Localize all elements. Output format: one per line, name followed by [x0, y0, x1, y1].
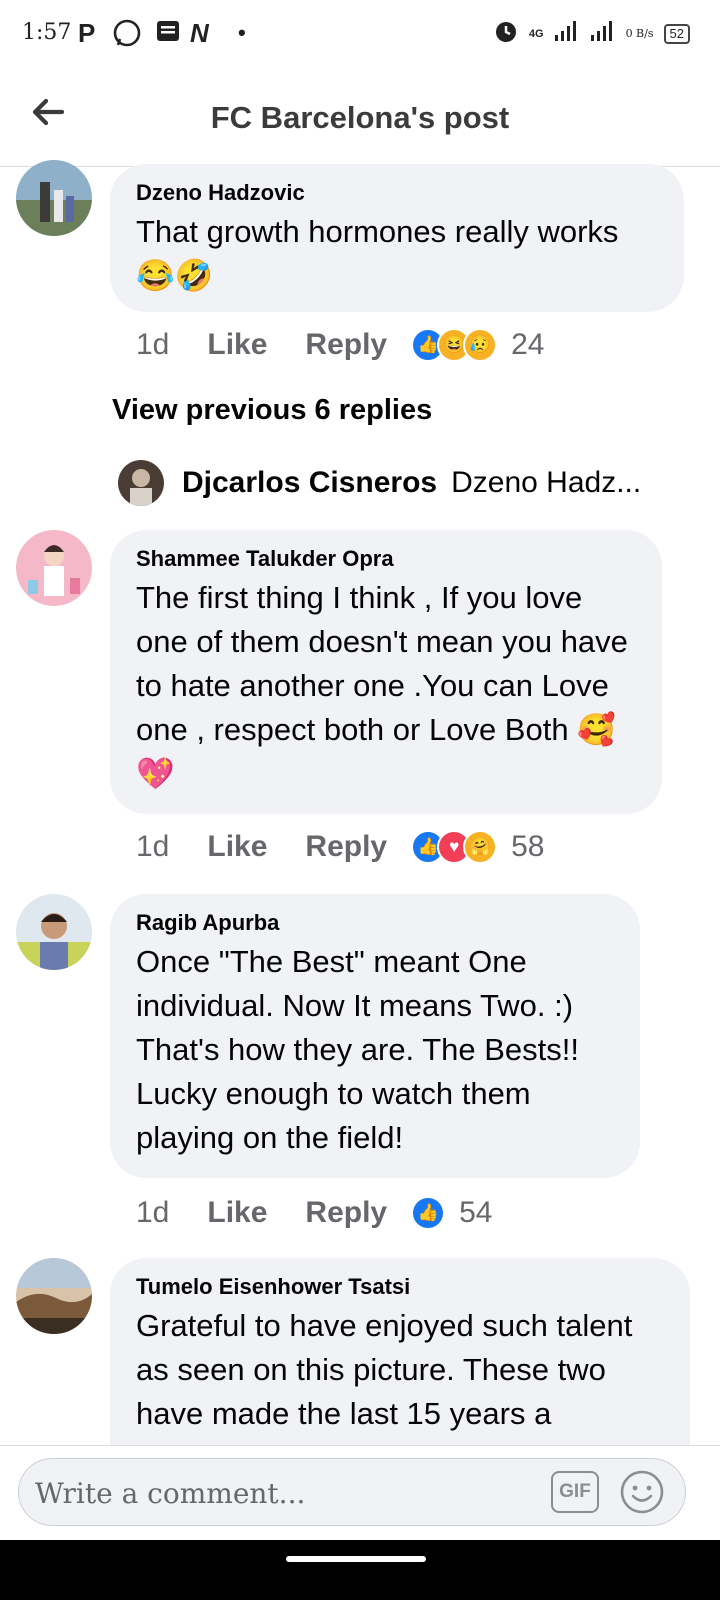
dot-icon: •	[238, 20, 246, 45]
reply-snippet: Dzeno Hadz...	[451, 466, 642, 499]
like-reaction-icon: 👍	[411, 1196, 446, 1230]
comment-text-body: The first thing I think , If you love on…	[136, 580, 628, 747]
reactions[interactable]: 👍 ♥ 🤗	[411, 830, 498, 864]
n-icon: N	[190, 18, 209, 48]
signal-icon	[590, 20, 616, 47]
comment-meta: 1d Like Reply 👍 54	[136, 1196, 492, 1230]
reply-button[interactable]: Reply	[305, 328, 387, 362]
reply-button[interactable]: Reply	[305, 1196, 387, 1230]
page-title: FC Barcelona's post	[210, 100, 510, 135]
comment-meta: 1d Like Reply 👍 ♥ 🤗 58	[136, 830, 544, 864]
gif-button[interactable]: GIF	[551, 1471, 599, 1513]
comment-input[interactable]	[33, 1469, 537, 1517]
like-button[interactable]: Like	[207, 328, 267, 362]
alarm-icon	[493, 18, 519, 49]
view-previous-replies[interactable]: View previous 6 replies	[112, 394, 432, 427]
comment-bubble: Shammee Talukder Opra The first thing I …	[110, 530, 662, 814]
reaction-count: 24	[511, 328, 545, 361]
status-right: 4G 0 B/s 52	[493, 18, 690, 49]
emoji-icon[interactable]	[619, 1469, 665, 1515]
comment-time: 1d	[136, 1196, 170, 1229]
comment-bubble: Ragib Apurba Once "The Best" meant One i…	[110, 894, 640, 1178]
comment-time: 1d	[136, 830, 170, 863]
comment-time: 1d	[136, 328, 170, 361]
like-button[interactable]: Like	[207, 830, 267, 864]
post-header: FC Barcelona's post	[0, 70, 720, 167]
news-icon	[155, 18, 181, 50]
comment-text: That growth hormones really works 😂🤣	[136, 210, 658, 298]
network-type: 4G	[528, 27, 544, 40]
reactions[interactable]: 👍	[411, 1196, 446, 1230]
signal-icon	[554, 20, 580, 47]
status-time: 1:57	[22, 20, 72, 45]
reactions[interactable]: 👍 😆 😥	[411, 328, 498, 362]
status-bar: 1:57 P N • 4G 0 B/s 52	[0, 0, 720, 70]
reply-preview[interactable]: Djcarlos Cisneros Dzeno Hadz...	[118, 460, 641, 506]
comment-box: GIF	[18, 1458, 686, 1526]
comment-bubble: Dzeno Hadzovic That growth hormones real…	[110, 164, 684, 312]
avatar[interactable]	[16, 894, 92, 970]
reaction-count: 54	[459, 1196, 493, 1229]
comment-composer: GIF	[0, 1445, 720, 1541]
comment-emojis: 😂🤣	[136, 258, 214, 293]
comment-text: Once "The Best" meant One individual. No…	[136, 944, 580, 1155]
avatar[interactable]	[16, 530, 92, 606]
comment-text: Grateful to have enjoyed such talent as …	[136, 1308, 633, 1431]
network-speed: 0 B/s	[625, 26, 654, 40]
sad-reaction-icon: 😥	[463, 328, 498, 362]
system-nav-bar	[0, 1540, 720, 1600]
avatar[interactable]	[16, 1258, 92, 1334]
comment-text: The first thing I think , If you love on…	[136, 576, 636, 796]
p-icon: P	[78, 18, 96, 48]
comment-author[interactable]: Dzeno Hadzovic	[136, 180, 658, 206]
reply-author: Djcarlos Cisneros	[182, 466, 438, 499]
reply-button[interactable]: Reply	[305, 830, 387, 864]
comment-author[interactable]: Ragib Apurba	[136, 910, 614, 936]
care-reaction-icon: 🤗	[463, 830, 498, 864]
comment-text-body: That growth hormones really works	[136, 214, 619, 249]
home-indicator[interactable]	[286, 1556, 426, 1562]
comment-meta: 1d Like Reply 👍 😆 😥 24	[136, 328, 544, 362]
comment-author[interactable]: Tumelo Eisenhower Tsatsi	[136, 1274, 664, 1300]
like-button[interactable]: Like	[207, 1196, 267, 1230]
reaction-count: 58	[511, 830, 545, 863]
whatsapp-icon	[112, 18, 142, 54]
comment-author[interactable]: Shammee Talukder Opra	[136, 546, 636, 572]
avatar	[118, 460, 164, 506]
avatar[interactable]	[16, 160, 92, 236]
battery-icon: 52	[663, 23, 690, 44]
